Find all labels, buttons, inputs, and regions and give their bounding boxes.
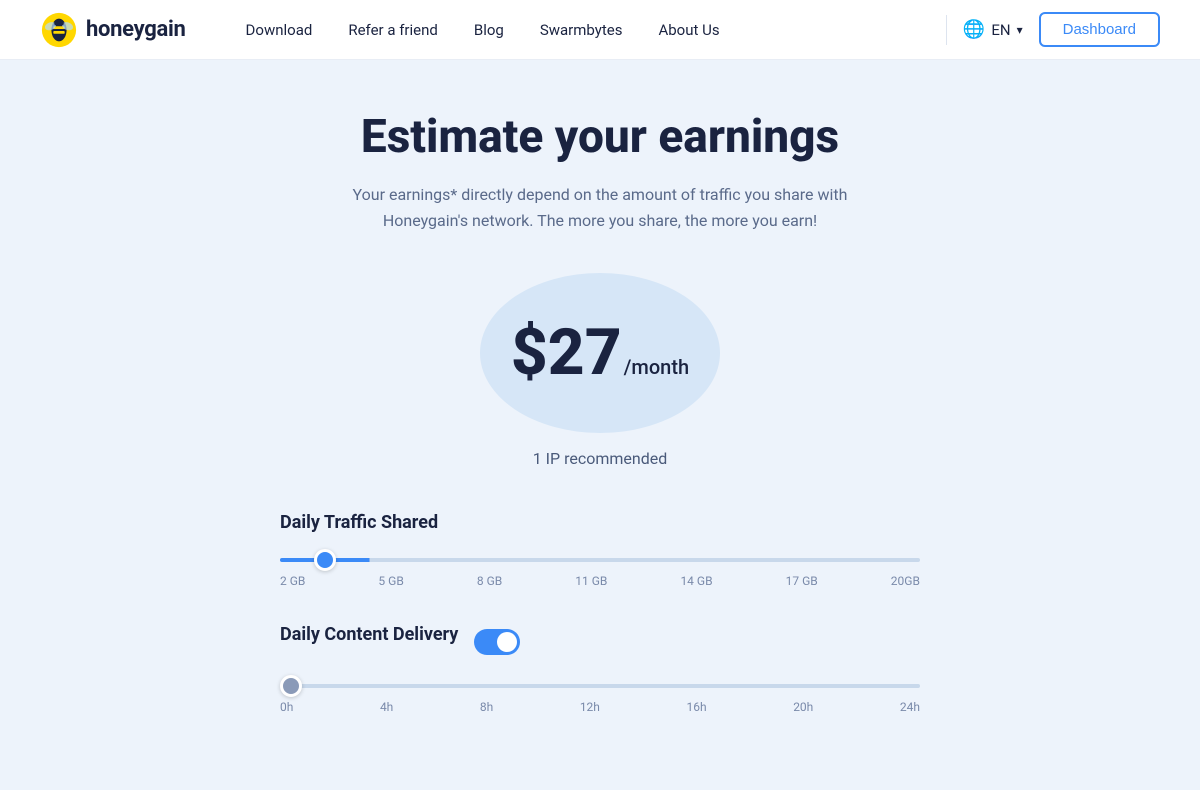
tick-20gb: 20GB <box>891 574 920 588</box>
tick-14gb: 14 GB <box>680 574 712 588</box>
ip-recommended: 1 IP recommended <box>533 449 668 468</box>
earnings-period: /month <box>624 355 689 379</box>
toggle-track <box>474 629 520 655</box>
nav-links: Download Refer a friend Blog Swarmbytes … <box>246 21 930 39</box>
content-delivery-label-row: Daily Content Delivery <box>280 624 920 659</box>
language-label: EN <box>991 21 1010 39</box>
toggle-thumb <box>497 632 517 652</box>
navbar: honeygain Download Refer a friend Blog S… <box>0 0 1200 60</box>
chevron-down-icon: ▾ <box>1017 23 1023 37</box>
main-content: Estimate your earnings Your earnings* di… <box>0 60 1200 790</box>
traffic-slider[interactable] <box>280 558 920 562</box>
content-delivery-label: Daily Content Delivery <box>280 624 458 645</box>
nav-about[interactable]: About Us <box>658 21 719 39</box>
tick-11gb: 11 GB <box>575 574 607 588</box>
page-subtitle: Your earnings* directly depend on the am… <box>330 182 870 233</box>
content-delivery-toggle[interactable] <box>474 629 520 655</box>
traffic-slider-section: Daily Traffic Shared 2 GB 5 GB 8 GB 11 G… <box>280 512 920 588</box>
tick-8gb: 8 GB <box>477 574 502 588</box>
nav-blog[interactable]: Blog <box>474 21 504 39</box>
tick-4h: 4h <box>380 700 393 714</box>
language-selector[interactable]: 🌐 EN ▾ <box>963 19 1023 40</box>
content-ticks: 0h 4h 8h 12h 16h 20h 24h <box>280 700 920 714</box>
tick-0h: 0h <box>280 700 293 714</box>
nav-download[interactable]: Download <box>246 21 313 39</box>
nav-right: 🌐 EN ▾ Dashboard <box>963 12 1160 47</box>
logo[interactable]: honeygain <box>40 11 186 49</box>
tick-8h: 8h <box>480 700 493 714</box>
nav-swarmbytes[interactable]: Swarmbytes <box>540 21 623 39</box>
page-title: Estimate your earnings <box>361 110 839 164</box>
tick-5gb: 5 GB <box>378 574 403 588</box>
nav-divider <box>946 15 947 45</box>
nav-refer[interactable]: Refer a friend <box>348 21 438 39</box>
earnings-value: $27 <box>511 321 622 385</box>
traffic-slider-label: Daily Traffic Shared <box>280 512 920 533</box>
earnings-bubble: $27 /month <box>480 273 720 433</box>
traffic-slider-wrapper <box>280 547 920 566</box>
content-delivery-slider[interactable] <box>280 684 920 688</box>
tick-17gb: 17 GB <box>786 574 818 588</box>
tick-16h: 16h <box>687 700 707 714</box>
tick-20h: 20h <box>793 700 813 714</box>
content-delivery-section: Daily Content Delivery 0h 4h 8h 12h 16h … <box>280 624 920 714</box>
tick-12h: 12h <box>580 700 600 714</box>
traffic-ticks: 2 GB 5 GB 8 GB 11 GB 14 GB 17 GB 20GB <box>280 574 920 588</box>
brand-name: honeygain <box>86 17 186 42</box>
tick-24h: 24h <box>900 700 920 714</box>
dashboard-button[interactable]: Dashboard <box>1039 12 1160 47</box>
globe-icon: 🌐 <box>963 19 985 40</box>
tick-2gb: 2 GB <box>280 574 305 588</box>
bee-icon <box>40 11 78 49</box>
earnings-amount: $27 /month <box>511 321 689 385</box>
